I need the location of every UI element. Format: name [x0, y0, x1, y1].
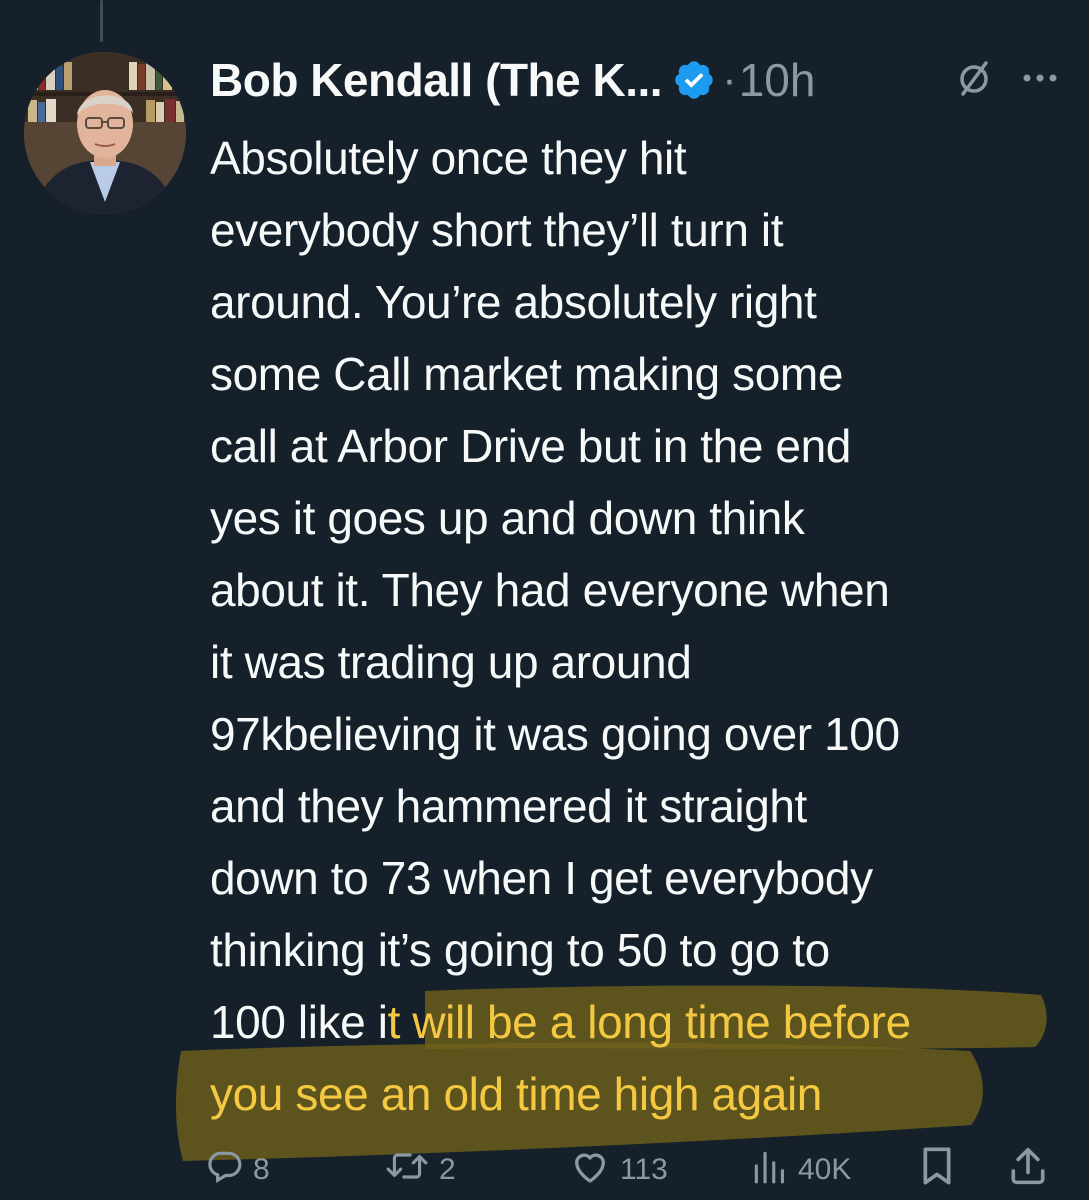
more-dots-icon[interactable]	[1022, 71, 1058, 89]
bookmark-icon	[920, 1146, 954, 1194]
bar-chart-icon	[750, 1147, 788, 1193]
timestamp[interactable]: 10h	[739, 53, 816, 107]
tweet-text-line: about it. They had everyone when	[210, 564, 890, 616]
bookmark-button[interactable]	[920, 1146, 1010, 1194]
tweet-text-line: it was trading up around	[210, 636, 692, 688]
view-count: 40K	[798, 1153, 852, 1186]
heart-icon	[570, 1147, 610, 1193]
tweet-text-line-highlighted: you see an old time high again	[210, 1058, 1070, 1130]
like-count: 113	[620, 1153, 668, 1186]
tweet-text-line: thinking it’s going to 50 to go to	[210, 924, 830, 976]
tweet-text-line: around. You’re absolutely right	[210, 276, 817, 328]
tweet-text-line: down to 73 when I get everybody	[210, 852, 873, 904]
plain-text-segment: 100 like i	[210, 996, 388, 1048]
tweet-text-line: yes it goes up and down think	[210, 492, 805, 544]
reply-button[interactable]: 8	[205, 1147, 385, 1193]
tweet-text-line: call at Arbor Drive but in the end	[210, 420, 851, 472]
tweet-actions-bar: 8 2 113 40K	[205, 1140, 1065, 1200]
reply-bubble-icon	[205, 1147, 243, 1193]
tweet-text-line: everybody short they’ll turn it	[210, 204, 784, 256]
tweet-text-line: some Call market making some	[210, 348, 844, 400]
tweet-text-line: Absolutely once they hit	[210, 132, 687, 184]
verified-badge-icon	[672, 58, 716, 102]
separator-dot: ·	[722, 55, 737, 104]
slashed-circle-icon[interactable]	[954, 58, 994, 103]
like-button[interactable]: 113	[570, 1147, 750, 1193]
reply-count: 8	[253, 1153, 270, 1186]
tweet-text-line-highlighted: 100 like it will be a long time before	[210, 986, 1070, 1058]
highlighted-text-segment: t will be a long time before	[387, 996, 912, 1048]
tweet-header: Bob Kendall (The K... · 10h	[210, 52, 1070, 108]
tweet-text-line: and they hammered it straight	[210, 780, 807, 832]
tweet-text: Absolutely once they hit everybody short…	[210, 122, 1070, 1130]
tweet-text-line: 97kbelieving it was going over 100	[210, 708, 900, 760]
thread-connector-line	[100, 0, 103, 42]
retweet-button[interactable]: 2	[385, 1147, 570, 1193]
share-icon	[1010, 1146, 1046, 1194]
views-button[interactable]: 40K	[750, 1147, 920, 1193]
highlighted-text-segment: you see an old time high again	[210, 1068, 822, 1120]
author-name[interactable]: Bob Kendall (The K...	[210, 53, 663, 107]
share-button[interactable]	[1010, 1146, 1046, 1194]
retweet-icon	[385, 1147, 429, 1193]
avatar[interactable]	[24, 52, 186, 214]
retweet-count: 2	[439, 1153, 456, 1186]
